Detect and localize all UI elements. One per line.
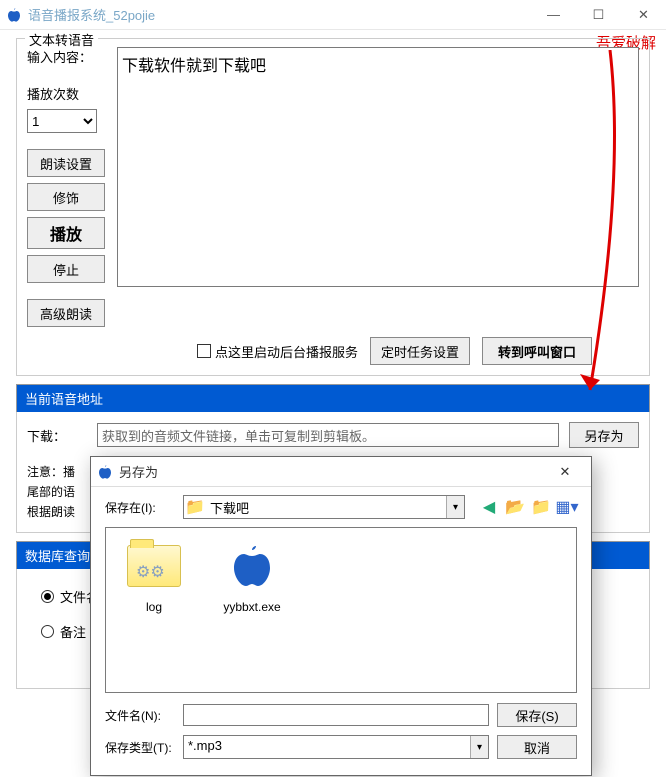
- dialog-close-button[interactable]: ✕: [545, 464, 585, 480]
- stop-button[interactable]: 停止: [27, 255, 105, 283]
- play-count-label: 播放次数: [27, 84, 117, 103]
- filetype-label: 保存类型(T):: [105, 739, 175, 756]
- play-button[interactable]: 播放: [27, 217, 105, 249]
- radio-filename[interactable]: [41, 590, 54, 603]
- tts-group: 文本转语音 输入内容： 播放次数 1 朗读设置 修饰 播放 停止 高级朗读 下载…: [16, 38, 650, 376]
- dialog-cancel-button[interactable]: 取消: [497, 735, 577, 759]
- app-title: 语音播报系统_52pojie: [28, 5, 155, 24]
- input-label: 输入内容：: [27, 47, 117, 66]
- minimize-button[interactable]: —: [531, 0, 576, 30]
- dialog-titlebar: 另存为 ✕: [91, 457, 591, 487]
- chevron-down-icon: ▾: [446, 496, 464, 518]
- file-item-exe[interactable]: yybbxt.exe: [212, 536, 292, 614]
- app-logo-icon: [6, 7, 22, 23]
- goto-call-window-button[interactable]: 转到呼叫窗口: [482, 337, 592, 365]
- new-folder-icon[interactable]: 📁: [531, 497, 551, 517]
- view-menu-icon[interactable]: ▦▾: [557, 497, 577, 517]
- save-as-button[interactable]: 另存为: [569, 422, 639, 448]
- timer-settings-button[interactable]: 定时任务设置: [370, 337, 470, 365]
- start-service-label: 点这里启动后台播报服务: [215, 342, 358, 361]
- save-as-dialog: 另存为 ✕ 保存在(I): 📁 下载吧 ▾ ◀ 📂 📁 ▦▾ ⚙⚙ log: [90, 456, 592, 776]
- file-item-folder[interactable]: ⚙⚙ log: [114, 536, 194, 614]
- play-count-select[interactable]: 1: [27, 109, 97, 133]
- decorate-button[interactable]: 修饰: [27, 183, 105, 211]
- radio-note-label: 备注: [60, 622, 86, 641]
- folder-icon: 📁: [184, 496, 206, 518]
- back-icon[interactable]: ◀: [479, 497, 499, 517]
- app-titlebar: 语音播报系统_52pojie — ☐ ✕: [0, 0, 666, 30]
- file-name: log: [114, 600, 194, 614]
- save-in-value: 下载吧: [206, 496, 446, 518]
- advanced-read-button[interactable]: 高级朗读: [27, 299, 105, 327]
- save-in-label: 保存在(I):: [105, 499, 175, 516]
- filename-label: 文件名(N):: [105, 707, 175, 724]
- dialog-app-icon: [97, 464, 113, 480]
- up-folder-icon[interactable]: 📂: [505, 497, 525, 517]
- dialog-save-button[interactable]: 保存(S): [497, 703, 577, 727]
- exe-icon: [228, 542, 276, 590]
- start-service-checkbox[interactable]: [197, 344, 211, 358]
- filetype-value: *.mp3: [184, 736, 470, 758]
- tts-textarea[interactable]: 下载软件就到下载吧: [117, 47, 639, 287]
- filetype-combo[interactable]: *.mp3 ▾: [183, 735, 489, 759]
- address-header: 当前语音地址: [16, 384, 650, 412]
- save-in-combo[interactable]: 📁 下载吧 ▾: [183, 495, 465, 519]
- tts-group-label: 文本转语音: [25, 30, 98, 49]
- filename-input[interactable]: [183, 704, 489, 726]
- download-label: 下载：: [27, 426, 87, 445]
- maximize-button[interactable]: ☐: [576, 0, 621, 30]
- read-settings-button[interactable]: 朗读设置: [27, 149, 105, 177]
- chevron-down-icon: ▾: [470, 736, 488, 758]
- download-url-input[interactable]: [97, 423, 559, 447]
- folder-icon: ⚙⚙: [127, 545, 181, 587]
- dialog-title: 另存为: [119, 462, 158, 481]
- file-name: yybbxt.exe: [212, 600, 292, 614]
- radio-note[interactable]: [41, 625, 54, 638]
- close-button[interactable]: ✕: [621, 0, 666, 30]
- file-list[interactable]: ⚙⚙ log yybbxt.exe: [105, 527, 577, 693]
